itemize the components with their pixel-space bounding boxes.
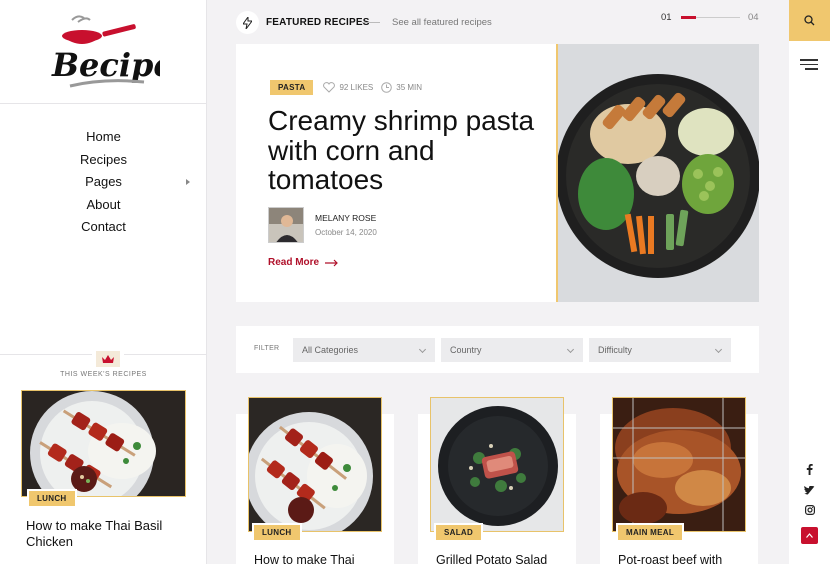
recipe-title[interactable]: Creamy shrimp pasta with corn and tomato… [268,106,538,195]
weekly-label: THIS WEEK'S RECIPES [60,371,147,378]
card-title[interactable]: Pot-roast beef with [618,553,748,564]
avatar[interactable] [268,207,304,243]
right-rail [789,0,830,564]
tag-label: SALAD [434,523,484,542]
tag-label: LUNCH [252,523,302,542]
recipe-image[interactable] [612,397,746,532]
nav-label: About [86,196,121,212]
weekly-recipes: THIS WEEK'S RECIPES LUNCH How to make Th… [0,347,207,549]
logo-area: Becipe [0,0,206,104]
nav-item-contact[interactable]: Contact [0,216,207,239]
recipe-meta: PASTA 92 LIKES 35 MIN [268,78,422,97]
weekly-recipe-title[interactable]: How to make Thai Basil Chicken [26,518,186,549]
recipe-image[interactable] [248,397,382,532]
select-value: All Categories [302,345,359,355]
chevron-down-icon [566,345,575,354]
select-value: Difficulty [598,345,632,355]
likes-count: 92 LIKES [339,83,374,92]
crown-icon [92,347,124,371]
see-all-featured-link[interactable]: See all featured recipes [392,17,492,28]
read-more-link[interactable]: Read More [268,257,339,268]
slider-progress[interactable] [681,16,740,19]
page-current: 01 [661,12,672,23]
author-name[interactable]: MELANY ROSE [315,213,376,223]
featured-recipe-card: PASTA 92 LIKES 35 MIN Creamy shrimp past… [236,44,759,302]
nav-label: Recipes [80,151,127,167]
recipe-image[interactable] [430,397,564,532]
tag-label: LUNCH [27,489,77,508]
arrow-up-icon [806,533,813,538]
country-select[interactable]: Country [441,338,583,362]
featured-label: FEATURED RECIPES [266,17,370,28]
card-title[interactable]: Grilled Potato Salad [436,553,566,564]
chevron-down-icon [418,345,427,354]
card-tag[interactable]: LUNCH [252,522,302,542]
bolt-icon [236,11,259,34]
chevron-down-icon [714,345,723,354]
page-total: 04 [748,12,759,23]
clock-icon [381,82,393,93]
facebook-icon[interactable] [789,464,830,475]
featured-header: FEATURED RECIPES See all featured recipe… [207,0,789,44]
nav-item-home[interactable]: Home [0,126,207,149]
recipe-card[interactable]: SALAD Grilled Potato Salad [418,397,576,564]
category-tag[interactable]: PASTA [268,78,316,97]
card-tag[interactable]: MAIN MEAL [616,522,685,542]
sidebar: Becipe Home Recipes Pages About Contact … [0,0,207,564]
weekly-recipe-image[interactable] [21,390,186,497]
nav-item-about[interactable]: About [0,194,207,217]
tag-label: MAIN MEAL [616,523,685,542]
recipe-card[interactable]: MAIN MEAL Pot-roast beef with [600,397,758,564]
read-more-label: Read More [268,257,320,268]
nav-label: Contact [81,219,126,234]
filter-label: FILTER [254,345,280,352]
cook-time: 35 MIN [381,82,422,93]
slider-progress-fill [681,16,696,19]
nav-item-pages[interactable]: Pages [0,171,207,194]
cook-time-value: 35 MIN [396,83,423,92]
recipe-filter: FILTER All Categories Country Difficulty [236,326,759,373]
scroll-top-button[interactable] [801,527,818,544]
submenu-caret-icon [186,179,190,185]
card-title[interactable]: How to make Thai [254,553,384,564]
site-logo[interactable]: Becipe [48,12,160,92]
post-date: October 14, 2020 [315,228,377,237]
search-button[interactable] [789,0,830,41]
divider [362,22,380,23]
weekly-tag[interactable]: LUNCH [27,488,77,508]
difficulty-select[interactable]: Difficulty [589,338,731,362]
menu-icon[interactable] [800,59,818,73]
nav-label: Pages [85,174,122,189]
arrow-right-icon [325,259,338,266]
svg-text:Becipe: Becipe [51,46,160,84]
recipe-card[interactable]: LUNCH How to make Thai [236,397,394,564]
featured-recipe-image[interactable] [556,44,759,302]
card-tag[interactable]: SALAD [434,522,484,542]
category-select[interactable]: All Categories [293,338,435,362]
twitter-icon[interactable] [789,486,830,495]
likes[interactable]: 92 LIKES [323,82,373,93]
search-icon [804,15,815,26]
main-nav: Home Recipes Pages About Contact [0,126,207,239]
nav-label: Home [86,129,121,144]
select-value: Country [450,345,482,355]
nav-item-recipes[interactable]: Recipes [0,149,207,172]
instagram-icon[interactable] [789,505,830,515]
heart-icon [323,82,336,93]
